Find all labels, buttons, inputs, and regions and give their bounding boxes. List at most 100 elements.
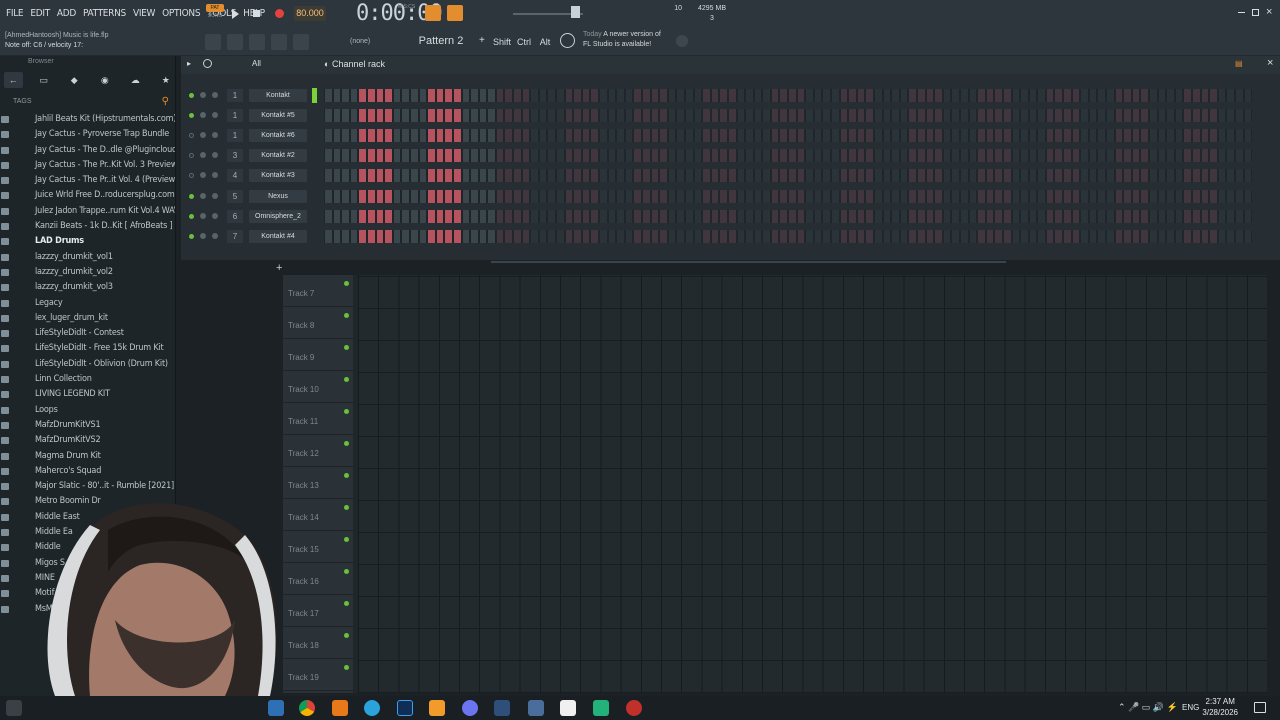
step-button[interactable] xyxy=(882,89,892,102)
step-button[interactable] xyxy=(994,149,1003,163)
step-button[interactable] xyxy=(1209,169,1218,183)
step-button[interactable] xyxy=(753,109,763,123)
step-button[interactable] xyxy=(994,229,1003,243)
alt-button[interactable]: Alt xyxy=(537,34,553,51)
step-button[interactable] xyxy=(1080,89,1089,102)
browser-item[interactable]: Magma Drum Kit xyxy=(0,449,175,464)
step-button[interactable] xyxy=(676,209,685,223)
step-button[interactable] xyxy=(1243,229,1253,243)
step-button[interactable] xyxy=(925,129,935,143)
step-button[interactable] xyxy=(684,149,694,163)
step-button[interactable] xyxy=(1191,109,1201,123)
step-button[interactable] xyxy=(667,129,677,143)
step-button[interactable] xyxy=(856,89,866,102)
step-button[interactable] xyxy=(547,169,557,183)
step-button[interactable] xyxy=(375,149,385,163)
step-button[interactable] xyxy=(745,229,754,243)
step-button[interactable] xyxy=(1157,189,1167,203)
step-button[interactable] xyxy=(530,149,539,163)
step-button[interactable] xyxy=(590,109,599,123)
step-button[interactable] xyxy=(702,109,711,123)
step-button[interactable] xyxy=(452,229,462,243)
step-button[interactable] xyxy=(1140,89,1149,102)
step-button[interactable] xyxy=(1097,129,1107,143)
step-button[interactable] xyxy=(392,229,402,243)
step-button[interactable] xyxy=(1088,189,1098,203)
step-button[interactable] xyxy=(650,209,660,223)
channel-name-button[interactable]: Kontakt #3 xyxy=(249,169,307,183)
plugin-icon[interactable]: ◆ xyxy=(65,72,84,88)
step-button[interactable] xyxy=(745,209,754,223)
step-button[interactable] xyxy=(452,89,462,102)
step-button[interactable] xyxy=(710,149,720,163)
step-button[interactable] xyxy=(513,129,522,143)
step-button[interactable] xyxy=(1183,89,1192,102)
channel-mute-led[interactable] xyxy=(189,113,194,119)
step-button[interactable] xyxy=(607,109,617,123)
step-button[interactable] xyxy=(1149,109,1158,123)
step-button[interactable] xyxy=(899,169,909,183)
step-button[interactable] xyxy=(710,209,720,223)
step-button[interactable] xyxy=(1200,109,1210,123)
step-button[interactable] xyxy=(324,149,333,163)
step-button[interactable] xyxy=(1157,169,1167,183)
snap-icon[interactable] xyxy=(175,35,191,51)
step-button[interactable] xyxy=(977,149,986,163)
step-button[interactable] xyxy=(401,169,410,183)
step-button[interactable] xyxy=(1011,209,1021,223)
step-button[interactable] xyxy=(1217,89,1227,102)
step-button[interactable] xyxy=(813,189,823,203)
step-button[interactable] xyxy=(1174,169,1184,183)
arrow-icon[interactable]: ▸ xyxy=(187,59,191,68)
step-button[interactable] xyxy=(1088,109,1098,123)
step-button[interactable] xyxy=(607,229,617,243)
step-button[interactable] xyxy=(349,109,359,123)
step-button[interactable] xyxy=(985,229,995,243)
step-button[interactable] xyxy=(341,209,350,223)
step-button[interactable] xyxy=(736,189,746,203)
step-button[interactable] xyxy=(959,209,969,223)
step-button[interactable] xyxy=(762,169,771,183)
discord-icon[interactable] xyxy=(462,700,478,716)
step-button[interactable] xyxy=(779,109,789,123)
step-button[interactable] xyxy=(934,209,943,223)
step-button[interactable] xyxy=(461,129,471,143)
step-button[interactable] xyxy=(616,149,625,163)
step-button[interactable] xyxy=(495,189,505,203)
step-button[interactable] xyxy=(349,169,359,183)
step-button[interactable] xyxy=(727,109,737,123)
step-button[interactable] xyxy=(418,169,428,183)
step-button[interactable] xyxy=(745,169,754,183)
step-button[interactable] xyxy=(590,169,599,183)
step-button[interactable] xyxy=(1020,229,1029,243)
step-button[interactable] xyxy=(693,229,703,243)
step-button[interactable] xyxy=(564,89,574,102)
step-button[interactable] xyxy=(1157,109,1167,123)
step-button[interactable] xyxy=(916,189,926,203)
step-button[interactable] xyxy=(874,89,883,102)
step-button[interactable] xyxy=(590,229,599,243)
browser-item[interactable]: Jay Cactus - The D..dle @Pluginclouds xyxy=(0,143,175,158)
step-button[interactable] xyxy=(899,129,909,143)
step-button[interactable] xyxy=(813,169,823,183)
step-button[interactable] xyxy=(538,229,548,243)
step-button[interactable] xyxy=(1183,209,1192,223)
step-button[interactable] xyxy=(633,109,642,123)
step-button[interactable] xyxy=(874,209,883,223)
step-button[interactable] xyxy=(487,149,496,163)
step-button[interactable] xyxy=(968,189,978,203)
step-button[interactable] xyxy=(573,149,582,163)
step-button[interactable] xyxy=(633,189,642,203)
step-button[interactable] xyxy=(470,109,479,123)
step-button[interactable] xyxy=(1166,109,1175,123)
step-button[interactable] xyxy=(676,149,685,163)
step-button[interactable] xyxy=(1045,209,1055,223)
wait-for-input-icon[interactable] xyxy=(447,5,463,21)
volume-knob[interactable] xyxy=(212,152,218,159)
step-button[interactable] xyxy=(788,189,797,203)
step-button[interactable] xyxy=(1045,169,1055,183)
step-button[interactable] xyxy=(1174,209,1184,223)
track-header[interactable]: Track 10 xyxy=(283,371,353,403)
step-button[interactable] xyxy=(384,229,393,243)
step-button[interactable] xyxy=(1071,129,1081,143)
